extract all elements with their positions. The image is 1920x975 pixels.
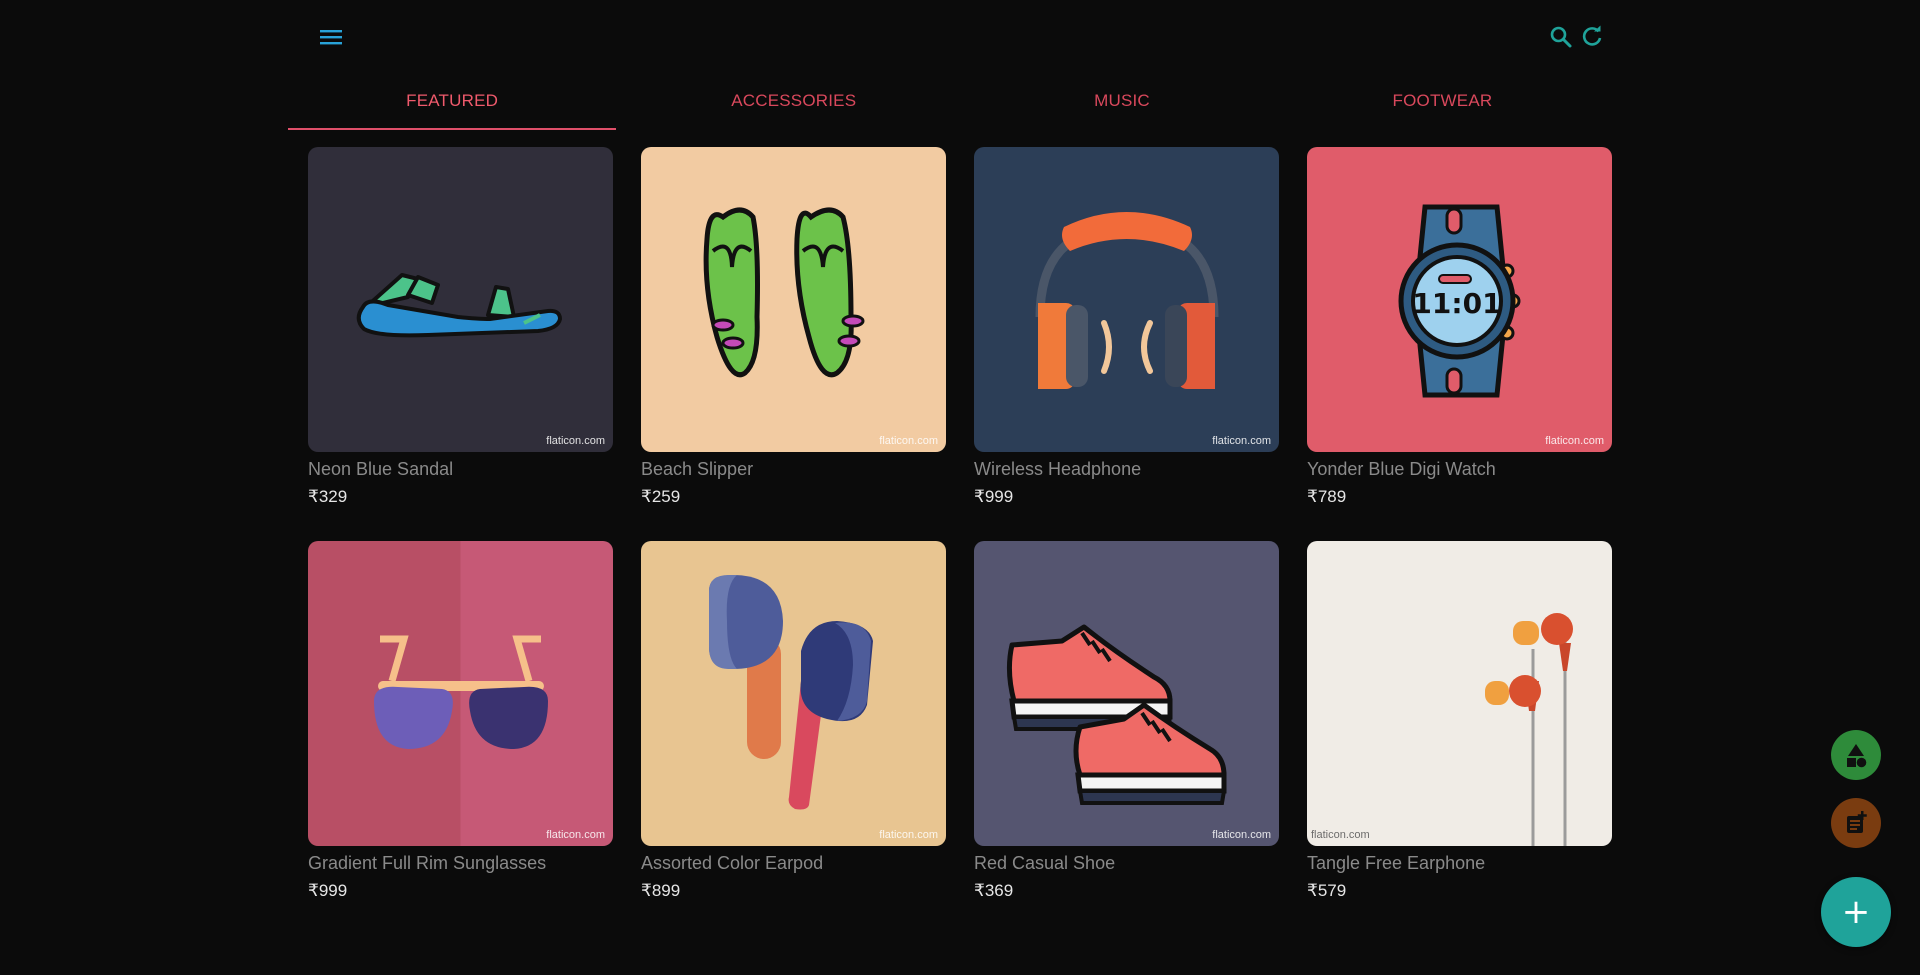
product-image: flaticon.com: [974, 541, 1279, 846]
product-price: ₹899: [641, 881, 681, 900]
hamburger-menu-icon: [320, 30, 342, 45]
shapes-fab-button[interactable]: [1831, 730, 1881, 780]
product-image: flaticon.com: [308, 147, 613, 452]
plus-icon: +: [1841, 892, 1871, 932]
product-name: Wireless Headphone: [974, 459, 1142, 479]
product-card[interactable]: flaticon.com Assorted Color Earpod ₹899: [641, 541, 946, 901]
menu-button[interactable]: [315, 22, 347, 52]
add-product-fab-button[interactable]: +: [1821, 877, 1891, 947]
watermark: flaticon.com: [1212, 829, 1271, 841]
product-name: Red Casual Shoe: [974, 853, 1116, 873]
product-image: 11:01 flaticon.com: [1307, 147, 1612, 452]
flip-flops-icon: [703, 207, 865, 378]
product-price: ₹579: [1307, 881, 1347, 900]
note-add-fab-button[interactable]: [1831, 798, 1881, 848]
product-card[interactable]: flaticon.com Wireless Headphone ₹999: [974, 147, 1279, 507]
refresh-button[interactable]: [1577, 22, 1607, 52]
refresh-icon: [1582, 25, 1602, 46]
note-add-icon: [1847, 811, 1867, 833]
product-name: Neon Blue Sandal: [308, 459, 454, 479]
smartwatch-icon: 11:01: [1398, 204, 1521, 398]
earpods-icon: [709, 575, 873, 810]
watermark: flaticon.com: [1311, 829, 1370, 841]
watch-time: 11:01: [1412, 287, 1501, 320]
watermark: flaticon.com: [879, 829, 938, 841]
earphones-icon: [1485, 613, 1573, 846]
product-price: ₹369: [974, 881, 1014, 900]
tab-music[interactable]: MUSIC: [971, 74, 1273, 130]
tab-featured[interactable]: FEATURED: [288, 74, 617, 130]
watermark: flaticon.com: [1545, 435, 1604, 447]
tab-accessories[interactable]: ACCESSORIES: [616, 74, 971, 130]
app-container: FEATURED ACCESSORIES MUSIC FOOTWEAR flat…: [288, 0, 1612, 901]
product-price: ₹999: [308, 881, 348, 900]
watermark: flaticon.com: [546, 829, 605, 841]
product-name: Yonder Blue Digi Watch: [1307, 459, 1496, 479]
watermark: flaticon.com: [546, 435, 605, 447]
watermark: flaticon.com: [879, 435, 938, 447]
product-name: Gradient Full Rim Sunglasses: [308, 853, 547, 873]
watermark: flaticon.com: [1212, 435, 1271, 447]
product-image: flaticon.com: [974, 147, 1279, 452]
product-price: ₹329: [308, 487, 348, 506]
product-image: flaticon.com: [308, 541, 613, 846]
product-grid: flaticon.com Neon Blue Sandal ₹329 flati…: [308, 147, 1612, 901]
product-name: Beach Slipper: [641, 459, 754, 479]
product-image: flaticon.com: [641, 147, 946, 452]
product-card[interactable]: flaticon.com Gradient Full Rim Sunglasse…: [308, 541, 613, 901]
search-icon: [1550, 26, 1572, 48]
sandal-icon: [356, 273, 562, 338]
headphones-icon: [1035, 212, 1219, 389]
product-name: Tangle Free Earphone: [1307, 853, 1486, 873]
product-card[interactable]: flaticon.com Tangle Free Earphone ₹579: [1307, 541, 1612, 901]
sneakers-icon: [1006, 624, 1227, 805]
category-tabs: FEATURED ACCESSORIES MUSIC FOOTWEAR: [288, 74, 1612, 130]
product-card[interactable]: flaticon.com Beach Slipper ₹259: [641, 147, 946, 507]
product-card[interactable]: 11:01 flaticon.com Yonder Blue Digi Watc…: [1307, 147, 1612, 507]
product-image: flaticon.com: [1307, 541, 1612, 846]
product-image: flaticon.com: [641, 541, 946, 846]
search-button[interactable]: [1546, 22, 1576, 52]
product-name: Assorted Color Earpod: [641, 853, 824, 873]
tab-footwear[interactable]: FOOTWEAR: [1273, 74, 1612, 130]
shapes-icon: [1847, 744, 1867, 768]
product-price: ₹789: [1307, 487, 1347, 506]
top-app-bar: [288, 0, 1612, 74]
product-card[interactable]: flaticon.com Red Casual Shoe ₹369: [974, 541, 1279, 901]
sunglasses-icon: [374, 635, 548, 749]
product-card[interactable]: flaticon.com Neon Blue Sandal ₹329: [308, 147, 613, 507]
product-price: ₹259: [641, 487, 681, 506]
product-price: ₹999: [974, 487, 1014, 506]
